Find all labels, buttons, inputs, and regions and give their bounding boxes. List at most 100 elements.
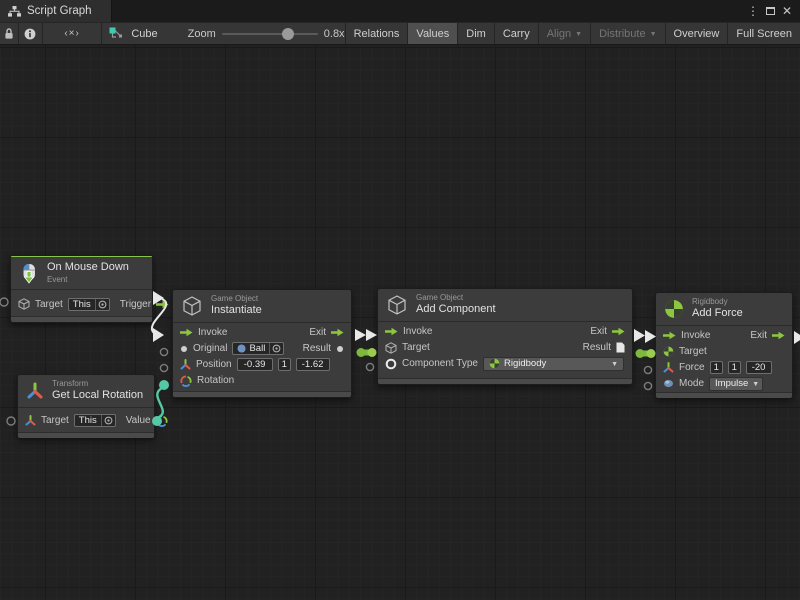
lock-button[interactable]: [0, 23, 19, 44]
flow-arrow-icon[interactable]: [156, 300, 169, 309]
port-label-force: Force: [679, 362, 705, 373]
node-footer: [378, 378, 632, 384]
wire-result-to-target-2[interactable]: [636, 349, 656, 358]
port-label-target: Target: [35, 299, 63, 310]
port-get-local-rotation-target[interactable]: [7, 417, 15, 425]
mouse-icon: [19, 263, 39, 284]
node-instantiate[interactable]: Game Object Instantiate Invoke Exit: [172, 289, 352, 398]
port-label-invoke: Invoke: [403, 326, 432, 337]
position-z-field[interactable]: -1.62: [296, 358, 330, 371]
relations-button[interactable]: Relations: [346, 23, 409, 44]
cube-outline-icon: [385, 342, 397, 354]
dim-button[interactable]: Dim: [458, 23, 495, 44]
title-bar: Script Graph ⋮ ✕: [0, 0, 800, 22]
position-y-field[interactable]: 1: [278, 358, 291, 371]
flow-arrow-icon[interactable]: [612, 327, 625, 336]
port-label-target: Target: [679, 346, 707, 357]
info-icon: [24, 28, 36, 40]
chevron-down-icon: ▼: [752, 381, 759, 388]
flow-arrow-icon[interactable]: [385, 327, 398, 336]
distribute-button[interactable]: Distribute ▼: [591, 23, 665, 44]
value-port-dot-icon[interactable]: [336, 345, 344, 353]
wire-result-to-target-1[interactable]: [357, 348, 377, 357]
object-picker-icon[interactable]: [101, 415, 115, 426]
node-get-local-rotation[interactable]: Transform Get Local Rotation Target: [17, 374, 155, 438]
overview-button[interactable]: Overview: [666, 23, 729, 44]
node-title: On Mouse Down: [47, 261, 129, 275]
port-on-mouse-down-target[interactable]: [0, 298, 8, 306]
rotation-icon[interactable]: [156, 415, 168, 427]
flow-arrow-icon[interactable]: [180, 328, 193, 337]
flow-arrow-icon[interactable]: [331, 328, 344, 337]
port-instantiate-position[interactable]: [160, 364, 167, 371]
component-file-icon[interactable]: [616, 342, 625, 353]
node-title: Add Component: [416, 303, 496, 317]
zoom-value: 0.8x: [324, 28, 345, 40]
graph-object-label[interactable]: Cube: [131, 28, 157, 40]
flow-arrow-icon[interactable]: [772, 331, 785, 340]
target-this-field[interactable]: This: [74, 414, 116, 427]
port-add-force-mode[interactable]: [644, 382, 651, 389]
port-add-force-force[interactable]: [644, 366, 651, 373]
node-subtitle: Game Object: [416, 293, 496, 303]
wire-exit-to-invoke-1[interactable]: [355, 329, 377, 341]
node-on-mouse-down[interactable]: On Mouse Down Event Target This: [10, 255, 153, 323]
graph-canvas[interactable]: On Mouse Down Event Target This: [0, 45, 800, 600]
port-label-invoke: Invoke: [681, 330, 710, 341]
component-type-dropdown[interactable]: Rigidbody ▼: [483, 357, 624, 371]
fullscreen-button[interactable]: Full Screen: [728, 23, 800, 44]
value-port-dot-icon[interactable]: [180, 345, 188, 353]
force-y-field[interactable]: 1: [728, 361, 741, 374]
object-picker-icon[interactable]: [95, 299, 109, 310]
port-label-target: Target: [41, 415, 69, 426]
tab-title: Script Graph: [27, 5, 92, 17]
force-x-field[interactable]: 1: [710, 361, 723, 374]
transform-axes-icon: [25, 415, 36, 426]
graph-target-icon: [109, 27, 123, 40]
chevron-down-icon: ▼: [575, 31, 582, 38]
object-picker-icon[interactable]: [269, 343, 283, 354]
port-label-value: Value: [126, 415, 151, 426]
port-add-component-type[interactable]: [366, 363, 373, 370]
port-label-trigger: Trigger: [120, 299, 151, 310]
align-button[interactable]: Align ▼: [539, 23, 591, 44]
values-button[interactable]: Values: [408, 23, 458, 44]
script-graph-window: Script Graph ⋮ ✕: [0, 0, 800, 600]
vector3-icon: [180, 359, 191, 370]
transform-axes-icon: [26, 382, 44, 400]
port-label-exit: Exit: [309, 327, 326, 338]
target-this-field[interactable]: This: [68, 298, 110, 311]
port-label-target: Target: [402, 342, 430, 353]
position-x-field[interactable]: -0.39: [237, 358, 273, 371]
port-label-rotation: Rotation: [197, 375, 234, 386]
window-menu-icon[interactable]: ⋮: [747, 5, 759, 17]
force-z-field[interactable]: -20: [746, 361, 772, 374]
info-button[interactable]: [19, 23, 43, 44]
zoom-slider-thumb[interactable]: [282, 28, 294, 40]
wire-exit-to-invoke-2[interactable]: [634, 329, 656, 343]
cube-wireframe-icon: [181, 295, 203, 317]
node-title: Get Local Rotation: [52, 389, 143, 403]
type-ring-icon[interactable]: [385, 358, 397, 370]
node-footer: [656, 392, 792, 398]
carry-button[interactable]: Carry: [495, 23, 539, 44]
window-maximize-icon[interactable]: [766, 7, 775, 15]
graph-hierarchy-icon: [8, 6, 21, 17]
node-footer: [11, 316, 152, 322]
port-label-original: Original: [193, 343, 227, 354]
vector3-icon: [663, 362, 674, 373]
node-subtitle: Game Object: [211, 294, 262, 304]
node-add-component[interactable]: Game Object Add Component Invoke Exit: [377, 288, 633, 385]
force-mode-dropdown[interactable]: Impulse ▼: [709, 377, 763, 391]
graph-context: Cube Zoom 0.8x: [102, 23, 345, 44]
node-add-force[interactable]: Rigidbody Add Force Invoke Exit: [655, 292, 793, 398]
window-close-icon[interactable]: ✕: [782, 5, 792, 17]
zoom-slider[interactable]: [222, 33, 318, 35]
rigidbody-icon: [664, 299, 684, 319]
code-view-button[interactable]: ‹×›: [43, 23, 103, 44]
wire-exit-offscreen[interactable]: [794, 331, 800, 344]
original-object-field[interactable]: Ball: [232, 342, 284, 355]
tab-script-graph[interactable]: Script Graph: [0, 0, 112, 22]
port-instantiate-original[interactable]: [160, 348, 167, 355]
flow-arrow-icon[interactable]: [663, 331, 676, 340]
